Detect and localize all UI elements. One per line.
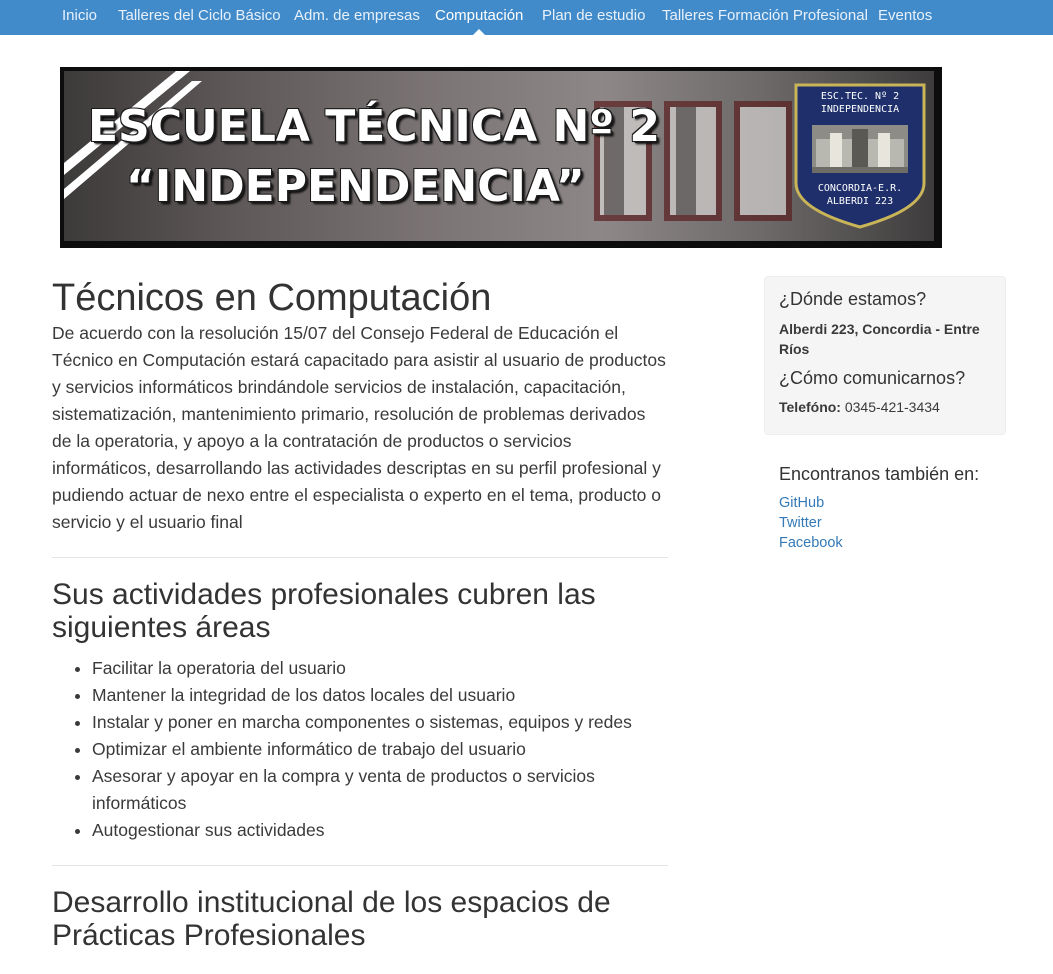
crest-bottom-line2: ALBERDI 223 (827, 196, 893, 207)
github-link[interactable]: GitHub (779, 493, 1019, 513)
intro-paragraph: De acuerdo con la resolución 15/07 del C… (52, 323, 666, 532)
list-item: Asesorar y apoyar en la compra y venta d… (92, 763, 668, 817)
links-heading: Encontranos también en: (779, 464, 980, 484)
practicas-heading: Desarrollo institucional de los espacios… (52, 886, 611, 952)
banner-photo: ESCUELA TÉCNICA Nº 2 “INDEPENDENCIA” ESC… (64, 71, 934, 241)
social-links: Encontranos también en: GitHub Twitter F… (779, 462, 1019, 553)
crest-bottom-line1: CONCORDIA-E.R. (818, 183, 902, 194)
contact-well: ¿Dónde estamos? Alberdi 223, Concordia -… (764, 276, 1006, 435)
facebook-link[interactable]: Facebook (779, 533, 1019, 553)
banner-window-3 (734, 101, 792, 221)
twitter-link[interactable]: Twitter (779, 513, 1019, 533)
address-value: Alberdi 223, Concordia - Entre Ríos (779, 321, 980, 357)
banner-title-line2: “INDEPENDENCIA” (126, 161, 585, 212)
phone-label: Telefóno: (779, 399, 841, 415)
crest-top-line2: INDEPENDENCIA (821, 104, 899, 115)
nav-item-adm-empresas[interactable]: Adm. de empresas (294, 0, 420, 35)
contact-heading: ¿Cómo comunicarnos? (779, 368, 966, 388)
nav-item-inicio[interactable]: Inicio (62, 0, 97, 35)
school-crest-icon: ESC.TEC. Nº 2 INDEPENDENCIA CONCORDIA-E.… (794, 83, 926, 229)
banner-title-line1: ESCUELA TÉCNICA Nº 2 (88, 101, 661, 152)
active-caret-icon (473, 29, 486, 35)
nav-item-computacion[interactable]: Computación (435, 0, 523, 35)
list-item: Instalar y poner en marcha componentes o… (92, 709, 668, 736)
phone-value: 0345-421-3434 (844, 399, 940, 415)
main-content: Técnicos en Computación De acuerdo con l… (52, 276, 668, 952)
list-item: Mantener la integridad de los datos loca… (92, 682, 668, 709)
areas-list: Facilitar la operatoria del usuario Mant… (52, 655, 668, 844)
nav-item-eventos[interactable]: Eventos (878, 0, 932, 35)
top-navbar: Inicio Talleres del Ciclo Básico Adm. de… (0, 0, 1053, 35)
nav-item-computacion-label[interactable]: Computación (435, 7, 523, 24)
list-item: Optimizar el ambiente informático de tra… (92, 736, 668, 763)
address-text: Alberdi 223, Concordia - Entre Ríos (779, 319, 991, 359)
phone-text: Telefóno: 0345-421-3434 (779, 397, 991, 417)
page-title: Técnicos en Computación (52, 277, 492, 319)
school-banner: ESCUELA TÉCNICA Nº 2 “INDEPENDENCIA” ESC… (60, 67, 942, 248)
list-item: Autogestionar sus actividades (92, 817, 668, 844)
section-divider (52, 557, 668, 558)
crest-top-line1: ESC.TEC. Nº 2 (821, 91, 899, 102)
nav-item-talleres-formacion[interactable]: Talleres Formación Profesional (662, 0, 868, 35)
list-item: Facilitar la operatoria del usuario (92, 655, 668, 682)
nav-item-talleres-ciclo-basico[interactable]: Talleres del Ciclo Básico (118, 0, 281, 35)
banner-stripes-decoration (64, 71, 202, 199)
section-divider (52, 865, 668, 866)
areas-heading: Sus actividades profesionales cubren las… (52, 578, 596, 644)
nav-item-plan-estudio[interactable]: Plan de estudio (542, 0, 645, 35)
where-heading: ¿Dónde estamos? (779, 289, 927, 309)
banner-window-glass-2 (676, 107, 696, 215)
